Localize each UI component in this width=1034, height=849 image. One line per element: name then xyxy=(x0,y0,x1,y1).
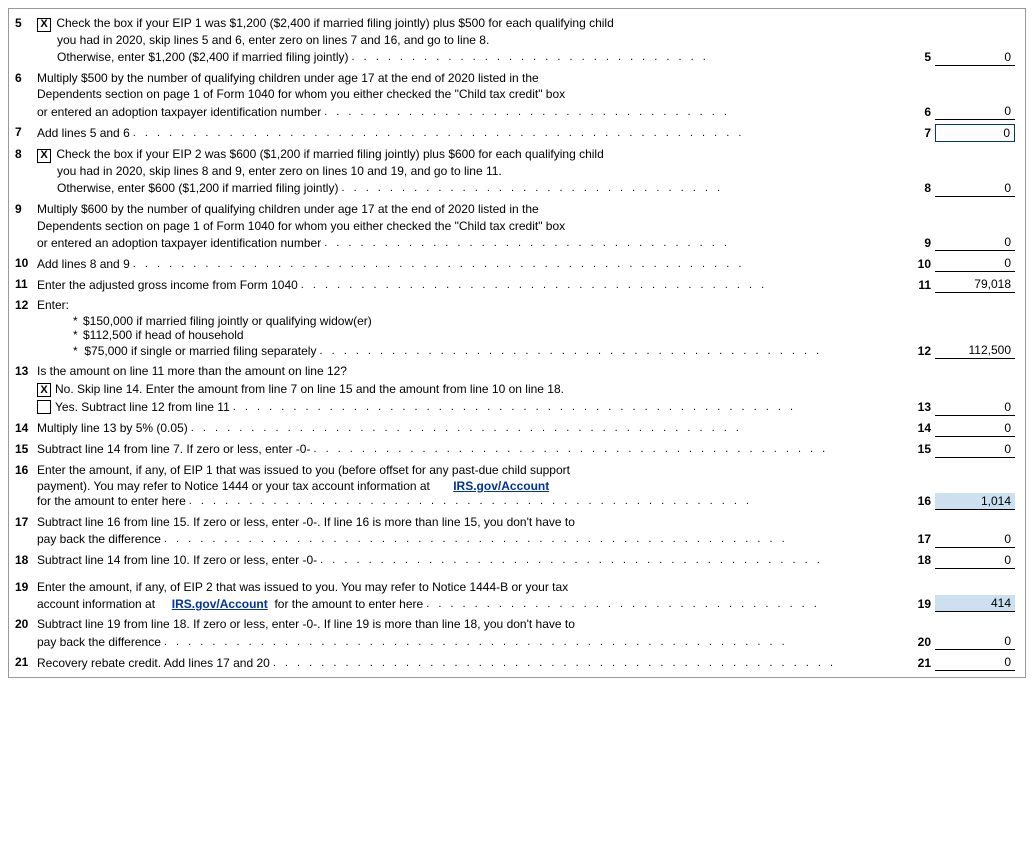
line-5-content: Check the box if your EIP 1 was $1,200 (… xyxy=(37,15,1019,66)
line-17-row: 17 Subtract line 16 from line 15. If zer… xyxy=(15,512,1019,550)
line-20-row: 20 Subtract line 19 from line 18. If zer… xyxy=(15,614,1019,652)
line-8-value[interactable]: 0 xyxy=(935,180,1015,197)
line-5-num: 5 xyxy=(15,15,37,30)
line-13-value[interactable]: 0 xyxy=(935,399,1015,416)
line-8-row: 8 Check the box if your EIP 2 was $600 (… xyxy=(15,144,1019,199)
line-16-content: Enter the amount, if any, of EIP 1 that … xyxy=(37,462,1019,510)
line-20-value[interactable]: 0 xyxy=(935,633,1015,650)
form-container: 5 Check the box if your EIP 1 was $1,200… xyxy=(8,8,1026,678)
line-10-num: 10 xyxy=(15,255,37,270)
line-20-num: 20 xyxy=(15,616,37,631)
line-13-question-row: 13 Is the amount on line 11 more than th… xyxy=(15,361,1019,418)
line-9-num: 9 xyxy=(15,201,37,216)
line-5-checkbox[interactable] xyxy=(37,18,51,32)
line-17-num: 17 xyxy=(15,514,37,529)
line-6-num: 6 xyxy=(15,70,37,85)
line-9-content: Multiply $600 by the number of qualifyin… xyxy=(37,201,1019,252)
line-14-row: 14 Multiply line 13 by 5% (0.05) . . . .… xyxy=(15,418,1019,439)
line-8-num: 8 xyxy=(15,146,37,161)
line-7-row: 7 Add lines 5 and 6 . . . . . . . . . . … xyxy=(15,122,1019,144)
line-7-value[interactable]: 0 xyxy=(935,124,1015,142)
line-17-content: Subtract line 16 from line 15. If zero o… xyxy=(37,514,1019,548)
line-10-row: 10 Add lines 8 and 9 . . . . . . . . . .… xyxy=(15,253,1019,274)
line-6-row: 6 Multiply $500 by the number of qualify… xyxy=(15,68,1019,123)
line-9-row: 9 Multiply $600 by the number of qualify… xyxy=(15,199,1019,254)
line-14-num: 14 xyxy=(15,420,37,435)
line-7-content: Add lines 5 and 6 . . . . . . . . . . . … xyxy=(37,124,1019,142)
line-7-num: 7 xyxy=(15,124,37,139)
line-5-row: 5 Check the box if your EIP 1 was $1,200… xyxy=(15,13,1019,68)
line-11-num: 11 xyxy=(15,276,37,291)
line-21-content: Recovery rebate credit. Add lines 17 and… xyxy=(37,654,1019,671)
line-9-value[interactable]: 0 xyxy=(935,234,1015,251)
line-21-row: 21 Recovery rebate credit. Add lines 17 … xyxy=(15,652,1019,673)
line-19-content: Enter the amount, if any, of EIP 2 that … xyxy=(37,579,1019,613)
line-6-content: Multiply $500 by the number of qualifyin… xyxy=(37,70,1019,121)
line-14-value[interactable]: 0 xyxy=(935,420,1015,437)
line-15-value[interactable]: 0 xyxy=(935,441,1015,458)
line-12-value[interactable]: 112,500 xyxy=(935,342,1015,359)
line-13-no-checkbox[interactable] xyxy=(37,383,51,397)
line-21-value[interactable]: 0 xyxy=(935,654,1015,671)
line-6-value[interactable]: 0 xyxy=(935,103,1015,120)
line-15-content: Subtract line 14 from line 7. If zero or… xyxy=(37,441,1019,458)
line-19-row: 19 Enter the amount, if any, of EIP 2 th… xyxy=(15,577,1019,615)
line-10-content: Add lines 8 and 9 . . . . . . . . . . . … xyxy=(37,255,1019,272)
line-16-link[interactable]: IRS.gov/Account xyxy=(453,479,549,493)
line-16-row: 16 Enter the amount, if any, of EIP 1 th… xyxy=(15,460,1019,512)
line-16-value[interactable]: 1,014 xyxy=(935,493,1015,510)
line-13-content: Is the amount on line 11 more than the a… xyxy=(37,363,1019,416)
line-18-num: 18 xyxy=(15,552,37,567)
line-12-row: 12 Enter: * $150,000 if married filing j… xyxy=(15,295,1019,361)
line-14-content: Multiply line 13 by 5% (0.05) . . . . . … xyxy=(37,420,1019,437)
line-20-content: Subtract line 19 from line 18. If zero o… xyxy=(37,616,1019,650)
line-10-value[interactable]: 0 xyxy=(935,255,1015,272)
line-5-label: Check the box if your EIP 1 was $1,200 (… xyxy=(37,15,1015,32)
line-16-num: 16 xyxy=(15,462,37,477)
line-11-value[interactable]: 79,018 xyxy=(935,276,1015,293)
line-8-content: Check the box if your EIP 2 was $600 ($1… xyxy=(37,146,1019,197)
line-15-num: 15 xyxy=(15,441,37,456)
line-12-content: Enter: * $150,000 if married filing join… xyxy=(37,297,1019,359)
line-13-yes-checkbox[interactable] xyxy=(37,400,51,414)
line-19-value[interactable]: 414 xyxy=(935,595,1015,612)
line-8-checkbox[interactable] xyxy=(37,149,51,163)
line-19-link[interactable]: IRS.gov/Account xyxy=(172,597,268,611)
line-15-row: 15 Subtract line 14 from line 7. If zero… xyxy=(15,439,1019,460)
line-13-num: 13 xyxy=(15,363,37,378)
line-18-value[interactable]: 0 xyxy=(935,552,1015,569)
line-17-value[interactable]: 0 xyxy=(935,531,1015,548)
line-12-num: 12 xyxy=(15,297,37,312)
line-21-num: 21 xyxy=(15,654,37,669)
line-19-num: 19 xyxy=(15,579,37,594)
line-18-row: 18 Subtract line 14 from line 10. If zer… xyxy=(15,550,1019,571)
line-5-value[interactable]: 0 xyxy=(935,49,1015,66)
line-11-row: 11 Enter the adjusted gross income from … xyxy=(15,274,1019,295)
line-11-content: Enter the adjusted gross income from For… xyxy=(37,276,1019,293)
line-18-content: Subtract line 14 from line 10. If zero o… xyxy=(37,552,1019,569)
